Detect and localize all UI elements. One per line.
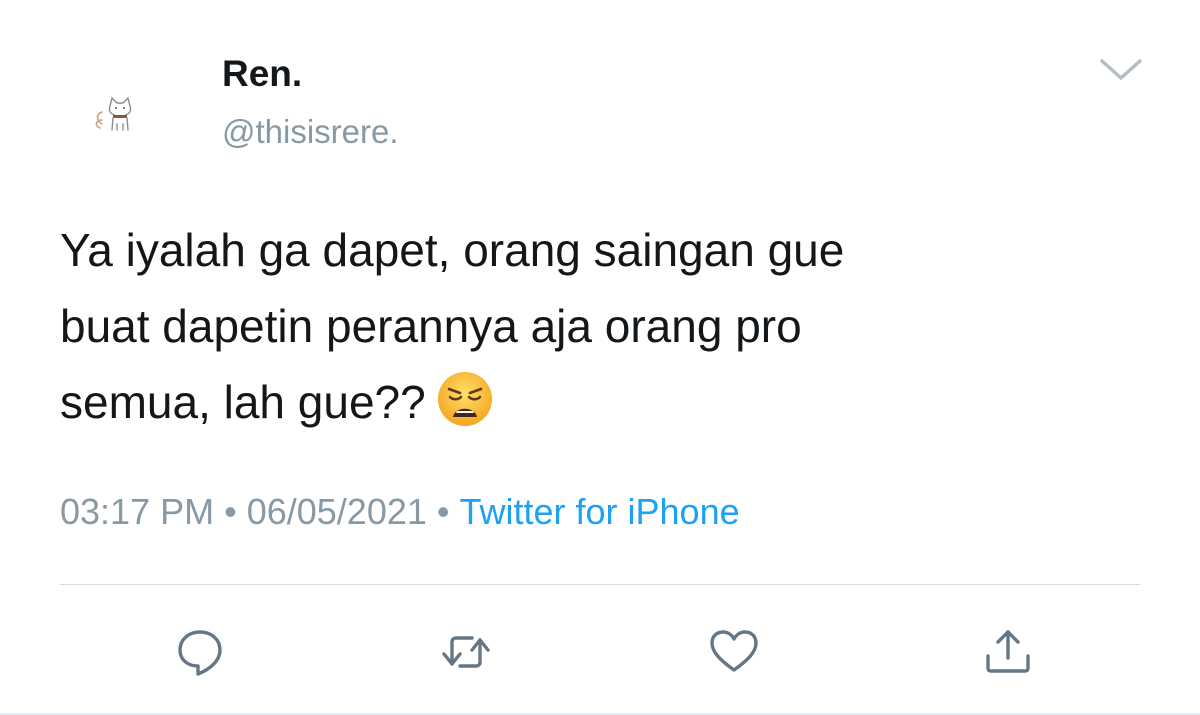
tweet-text-line: buat dapetin perannya aja orang pro — [60, 300, 802, 352]
like-button[interactable] — [706, 624, 762, 680]
chevron-down-icon[interactable] — [1098, 56, 1144, 84]
tweet-source-link[interactable]: Twitter for iPhone — [460, 491, 740, 532]
display-name[interactable]: Ren. — [222, 52, 302, 96]
share-button[interactable] — [980, 624, 1036, 680]
tweet-text-line: semua, lah gue?? — [60, 364, 1120, 440]
tweet-time: 03:17 PM — [60, 491, 215, 532]
reply-button[interactable] — [172, 624, 228, 680]
meta-separator: • — [436, 491, 450, 532]
divider — [60, 584, 1140, 585]
tweet-card: Ren. @thisisrere. Ya iyalah ga dapet, or… — [0, 0, 1200, 715]
share-upload-icon — [986, 630, 1030, 673]
meta-separator: • — [224, 491, 237, 532]
weary-face-emoji-icon — [436, 370, 494, 428]
retweet-arrows-icon — [442, 636, 490, 668]
heart-icon — [710, 630, 758, 672]
speech-bubble-icon — [178, 630, 222, 676]
tweet-text-fragment: semua, lah gue?? — [60, 376, 426, 428]
tweet-text: Ya iyalah ga dapet, orang saingan gue bu… — [60, 212, 1120, 440]
tweet-text-line: Ya iyalah ga dapet, orang saingan gue — [60, 224, 845, 276]
retweet-button[interactable] — [438, 624, 494, 680]
tweet-date: 06/05/2021 — [246, 491, 427, 532]
user-handle[interactable]: @thisisrere. — [222, 112, 399, 152]
avatar[interactable] — [66, 66, 166, 166]
cat-avatar-icon — [95, 96, 132, 131]
tweet-meta: 03:17 PM • 06/05/2021 • Twitter for iPhone — [60, 490, 740, 534]
